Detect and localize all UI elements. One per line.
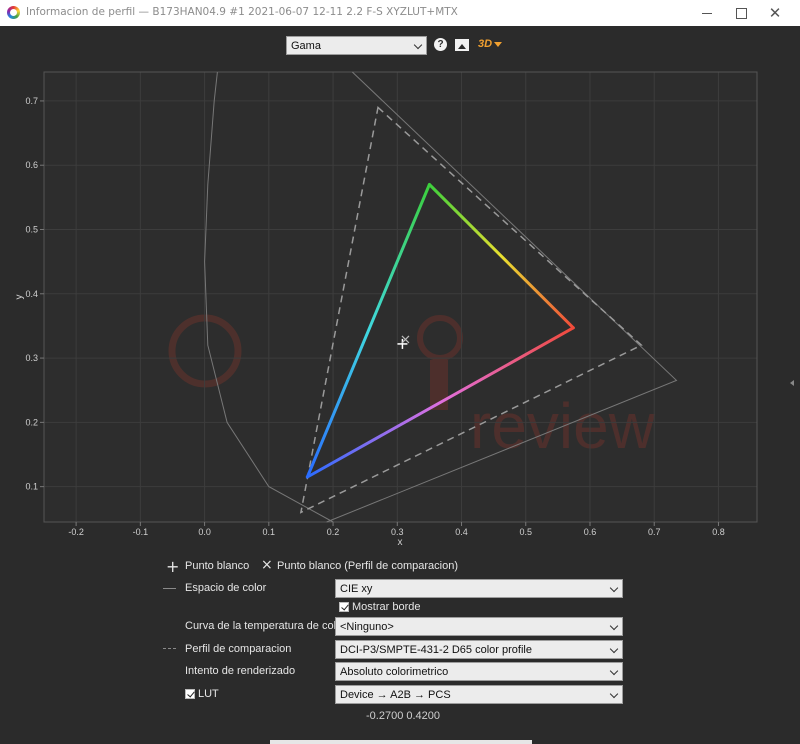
3d-view-icon[interactable]: 3D	[477, 37, 493, 51]
x-tick-label: 0.8	[712, 527, 725, 537]
color-space-value: CIE xy	[340, 582, 373, 595]
comparison-profile-value: DCI-P3/SMPTE-431-2 D65 color profile	[340, 643, 532, 656]
view-select-value: Gama	[291, 39, 321, 52]
white-point-cross-icon: ×	[261, 557, 273, 573]
app-icon	[7, 6, 20, 19]
color-space-select[interactable]: CIE xy	[335, 579, 623, 598]
lut-label: LUT	[198, 688, 219, 700]
window-title: Informacion de perfil — B173HAN04.9 #1 2…	[26, 6, 458, 18]
x-tick-label: -0.1	[133, 527, 149, 537]
x-tick-label: 0.0	[198, 527, 211, 537]
chevron-down-icon	[609, 689, 619, 698]
y-tick-label: 0.6	[25, 160, 38, 170]
help-icon[interactable]: ?	[434, 38, 447, 51]
3d-dropdown-caret-icon[interactable]	[494, 42, 502, 47]
comparison-profile-label: Perfil de comparacion	[185, 643, 292, 655]
comparison-profile-select[interactable]: DCI-P3/SMPTE-431-2 D65 color profile	[335, 640, 623, 659]
y-axis-label: y	[14, 295, 25, 300]
x-tick-label: 0.2	[327, 527, 340, 537]
minimize-button[interactable]	[690, 0, 724, 26]
temperature-curve-select[interactable]: <Ninguno>	[335, 617, 623, 636]
chevron-down-icon	[609, 666, 619, 675]
y-tick-label: 0.4	[25, 289, 38, 299]
scroll-arrow-icon[interactable]	[790, 380, 794, 386]
color-space-line-icon	[163, 588, 176, 589]
x-axis-label: x	[398, 537, 403, 548]
lut-select[interactable]: Device → A2B → PCS	[335, 685, 623, 704]
x-tick-label: 0.4	[455, 527, 468, 537]
temperature-curve-label: Curva de la temperatura de color	[185, 620, 346, 632]
close-button[interactable]: ✕	[758, 0, 792, 26]
cursor-coordinates: -0.2700 0.4200	[366, 710, 441, 722]
x-tick-label: -0.2	[68, 527, 84, 537]
color-space-label: Espacio de color	[185, 582, 267, 594]
save-image-icon[interactable]	[455, 39, 469, 51]
x-tick-label: 0.6	[584, 527, 597, 537]
x-tick-label: 0.1	[263, 527, 276, 537]
y-tick-label: 0.2	[25, 417, 38, 427]
x-tick-label: 0.5	[519, 527, 532, 537]
y-tick-label: 0.5	[25, 225, 38, 235]
legend-white-point-comparison: Punto blanco (Perfil de comparacion)	[277, 560, 458, 572]
lut-value: Device → A2B → PCS	[340, 688, 451, 701]
show-border-label: Mostrar borde	[352, 601, 421, 613]
view-select[interactable]: Gama	[286, 36, 427, 55]
y-tick-label: 0.7	[25, 96, 38, 106]
rendering-intent-label: Intento de renderizado	[185, 665, 296, 677]
chevron-down-icon	[609, 583, 619, 592]
chevron-down-icon	[413, 40, 423, 49]
temperature-curve-value: <Ninguno>	[340, 620, 394, 633]
y-tick-label: 0.3	[25, 353, 38, 363]
show-border-checkbox[interactable]	[339, 602, 349, 612]
rendering-intent-select[interactable]: Absoluto colorimetrico	[335, 662, 623, 681]
lut-checkbox[interactable]	[185, 689, 195, 699]
minimize-icon	[702, 12, 712, 14]
title-bar: Informacion de perfil — B173HAN04.9 #1 2…	[0, 0, 800, 26]
chevron-down-icon	[609, 644, 619, 653]
chevron-down-icon	[609, 621, 619, 630]
maximize-button[interactable]	[724, 0, 758, 26]
x-tick-label: 0.3	[391, 527, 404, 537]
x-tick-label: 0.7	[648, 527, 661, 537]
legend-white-point: Punto blanco	[185, 560, 250, 572]
close-icon: ✕	[768, 4, 782, 22]
white-point-plus-icon: +	[166, 557, 180, 576]
rendering-intent-value: Absoluto colorimetrico	[340, 665, 449, 678]
maximize-icon	[735, 7, 747, 19]
y-tick-label: 0.1	[25, 482, 38, 492]
comparison-profile-dash-icon	[163, 648, 176, 649]
bottom-strip	[270, 740, 532, 744]
gamut-chart[interactable]: review -0.2 -0.1 0.0 0.1 0.2 0.3 0.4 0.5 0.6 0.7 0…	[0, 60, 800, 550]
